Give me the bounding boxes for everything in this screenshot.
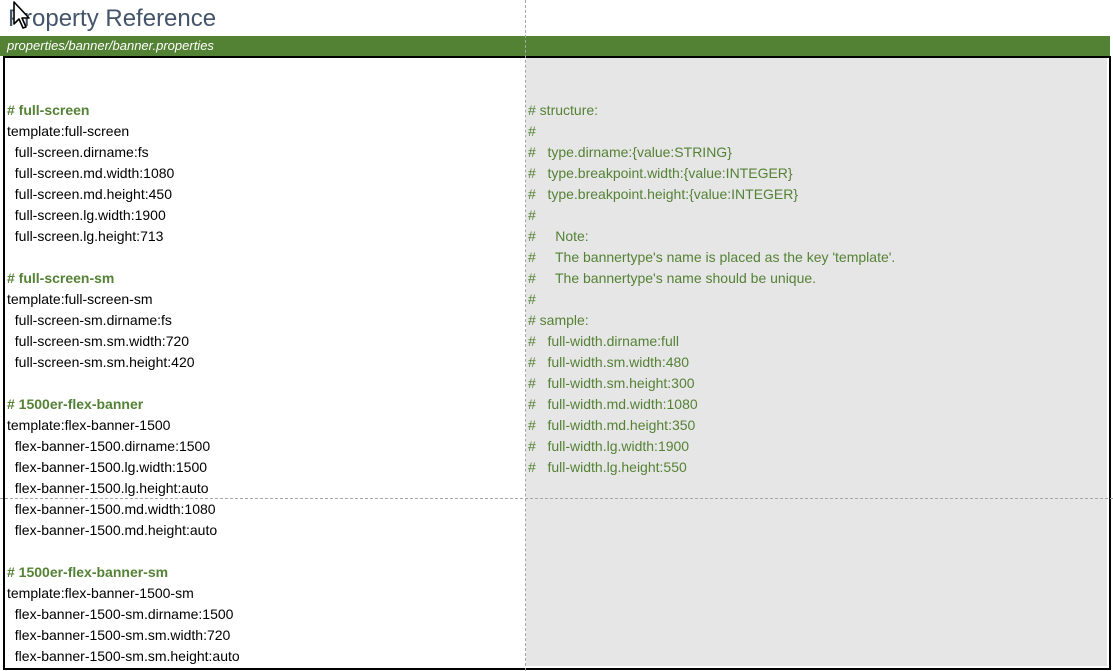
comment-line (528, 79, 895, 100)
comment-line: # structure: (528, 102, 599, 118)
mouse-pointer-icon (13, 1, 30, 29)
property-line: template:full-screen-sm (7, 291, 153, 307)
comment-line: # full-width.md.height:350 (528, 417, 696, 433)
file-path: properties/banner/banner.properties (7, 38, 214, 53)
property-line: full-screen.dirname:fs (7, 144, 149, 160)
property-line (7, 79, 240, 100)
property-line: flex-banner-1500.md.height:auto (7, 522, 218, 538)
page-break-horizontal (0, 498, 1113, 499)
property-line: flex-banner-1500.dirname:1500 (7, 438, 211, 454)
comment-line: # full-width.md.width:1080 (528, 396, 698, 412)
property-line: flex-banner-1500.md.width:1080 (7, 501, 216, 517)
comment-line: # Note: (528, 228, 589, 244)
structure-comments: # structure: # # type.dirname:{value:STRIN… (528, 79, 895, 478)
property-line: full-screen-sm.sm.width:720 (7, 333, 190, 349)
property-line: template:flex-banner-1500 (7, 417, 171, 433)
property-line (7, 541, 240, 562)
comment-line: # The bannertype's name should be unique… (528, 270, 817, 286)
property-line: flex-banner-1500.lg.width:1500 (7, 459, 208, 475)
property-line: flex-banner-1500-sm.sm.width:720 (7, 627, 231, 643)
comment-line: # full-width.lg.height:550 (528, 459, 687, 475)
comment-line: # full-width.lg.width:1900 (528, 438, 690, 454)
section-heading: # 1500er-flex-banner-sm (7, 564, 169, 580)
property-line: template:full-screen (7, 123, 130, 139)
comment-line: # (528, 207, 536, 223)
property-line: full-screen.lg.height:713 (7, 228, 164, 244)
file-path-bar: properties/banner/banner.properties (0, 36, 1110, 56)
comment-line: # full-width.sm.height:300 (528, 375, 695, 391)
comment-line: # type.dirname:{value:STRING} (528, 144, 732, 160)
property-line: full-screen-sm.dirname:fs (7, 312, 172, 328)
property-line: flex-banner-1500.lg.height:auto (7, 480, 209, 496)
property-line: flex-banner-1500-sm.dirname:1500 (7, 606, 234, 622)
comment-line: # (528, 291, 536, 307)
section-heading: # full-screen (7, 102, 90, 118)
page-break-vertical (525, 0, 526, 671)
properties-list: # full-screen template:full-screen full-s… (7, 79, 240, 667)
property-line: template:flex-banner-1500-sm (7, 585, 194, 601)
property-line: full-screen.md.width:1080 (7, 165, 175, 181)
comment-line: # type.breakpoint.width:{value:INTEGER} (528, 165, 793, 181)
comment-line: # type.breakpoint.height:{value:INTEGER} (528, 186, 799, 202)
comment-line: # (528, 123, 536, 139)
page-title: Property Reference (8, 5, 217, 32)
section-heading: # 1500er-flex-banner (7, 396, 144, 412)
comment-line: # sample: (528, 312, 589, 328)
comment-line: # The bannertype's name is placed as the… (528, 249, 896, 265)
comment-line: # full-width.sm.width:480 (528, 354, 690, 370)
property-line: flex-banner-1500-sm.sm.height:auto (7, 648, 240, 664)
section-heading: # full-screen-sm (7, 270, 115, 286)
property-line (7, 247, 240, 268)
property-line (7, 373, 240, 394)
property-line: full-screen-sm.sm.height:420 (7, 354, 195, 370)
comment-line: # full-width.dirname:full (528, 333, 679, 349)
property-line: full-screen.lg.width:1900 (7, 207, 166, 223)
property-line: full-screen.md.height:450 (7, 186, 172, 202)
